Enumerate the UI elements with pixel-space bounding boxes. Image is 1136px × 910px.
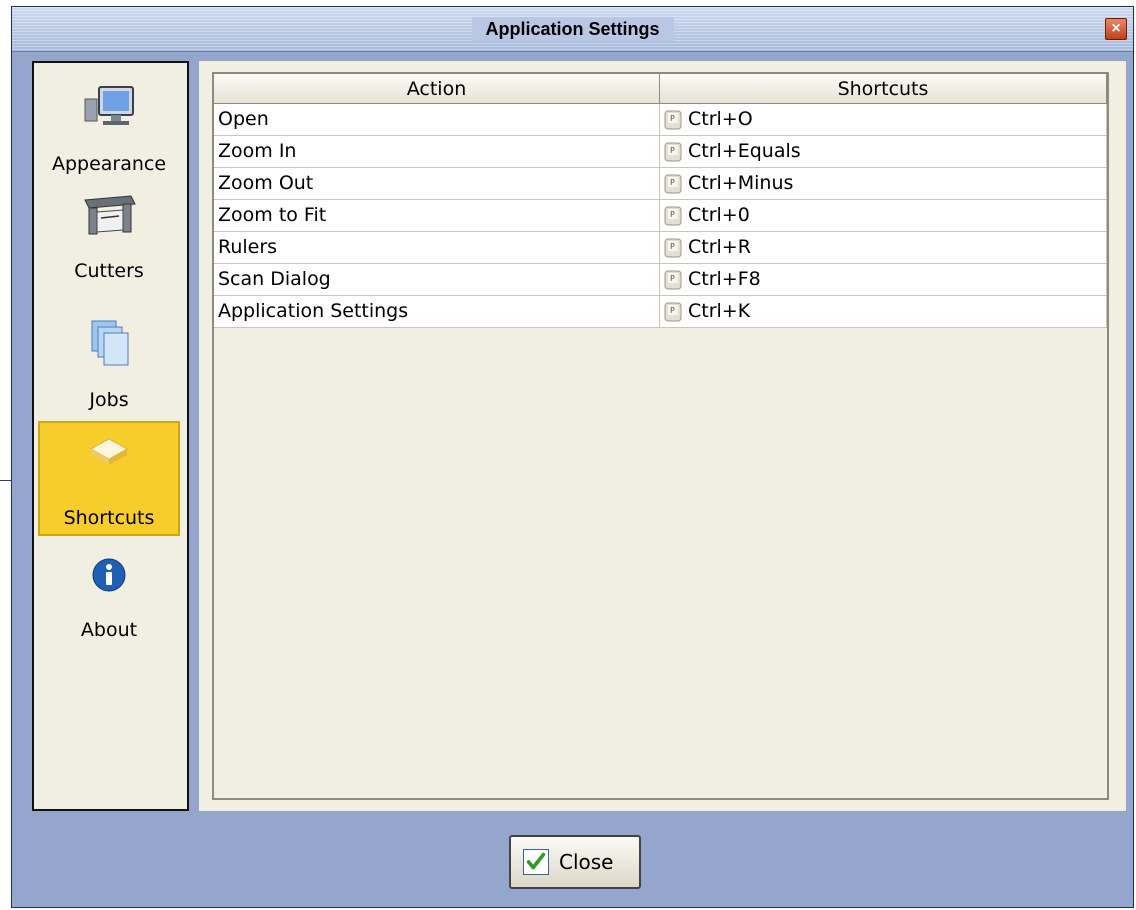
table-row[interactable]: Scan Dialog P Ctrl+F8 [214, 264, 1107, 296]
sidebar-item-jobs[interactable]: Jobs [38, 299, 180, 414]
table-row[interactable]: Zoom to Fit P Ctrl+0 [214, 200, 1107, 232]
column-header-action[interactable]: Action [214, 74, 660, 104]
shortcut-text: Ctrl+O [688, 108, 753, 130]
shortcut-cell[interactable]: P Ctrl+0 [660, 200, 1107, 232]
key-icon: P [664, 206, 682, 225]
shortcut-cell[interactable]: P Ctrl+K [660, 296, 1107, 328]
shortcut-cell[interactable]: P Ctrl+R [660, 232, 1107, 264]
shortcuts-panel: Action Shortcuts Open P Ctrl+O Zoom In P C… [199, 61, 1126, 811]
action-cell: Zoom to Fit [214, 200, 660, 232]
shortcut-text: Ctrl+0 [688, 204, 750, 226]
column-header-shortcuts[interactable]: Shortcuts [660, 74, 1107, 104]
shortcut-text: Ctrl+Equals [688, 140, 801, 162]
sidebar-item-label: About [80, 619, 138, 641]
title-bar[interactable]: Application Settings × [12, 7, 1133, 52]
key-icon: P [664, 270, 682, 289]
key-icon: P [664, 174, 682, 193]
close-icon[interactable]: × [1105, 18, 1127, 40]
action-cell: Zoom Out [214, 168, 660, 200]
sidebar-item-cutters[interactable]: Cutters [38, 180, 180, 295]
sidebar-item-label: Jobs [89, 389, 129, 411]
settings-dialog: Application Settings × Appearance Cutter… [11, 6, 1134, 908]
table-row[interactable]: Application Settings P Ctrl+K [214, 296, 1107, 328]
documents-icon [91, 320, 129, 366]
sidebar-item-appearance[interactable]: Appearance [38, 65, 180, 180]
shortcut-cell[interactable]: P Ctrl+Minus [660, 168, 1107, 200]
action-cell: Rulers [214, 232, 660, 264]
shortcut-cell[interactable]: P Ctrl+O [660, 104, 1107, 136]
shortcut-text: Ctrl+Minus [688, 172, 794, 194]
table-row[interactable]: Rulers P Ctrl+R [214, 232, 1107, 264]
svg-text:P: P [670, 274, 675, 283]
table-header: Action Shortcuts [214, 74, 1107, 104]
svg-text:P: P [670, 306, 675, 315]
action-cell: Zoom In [214, 136, 660, 168]
svg-text:P: P [670, 242, 675, 251]
shortcuts-table: Action Shortcuts Open P Ctrl+O Zoom In P C… [212, 72, 1109, 800]
close-button[interactable]: Close [509, 835, 641, 889]
settings-sidebar: Appearance Cutters Jobs Shortcuts About [32, 61, 189, 811]
table-row[interactable]: Zoom Out P Ctrl+Minus [214, 168, 1107, 200]
sidebar-item-label: Shortcuts [63, 507, 155, 529]
key-icon: P [664, 142, 682, 161]
sidebar-item-label: Cutters [74, 260, 144, 282]
checkmark-icon [523, 849, 549, 875]
action-cell: Scan Dialog [214, 264, 660, 296]
sidebar-item-about[interactable]: About [38, 541, 180, 656]
action-cell: Application Settings [214, 296, 660, 328]
shortcut-text: Ctrl+R [688, 236, 751, 258]
sidebar-item-shortcuts[interactable]: Shortcuts [38, 421, 180, 536]
shortcut-cell[interactable]: P Ctrl+Equals [660, 136, 1107, 168]
close-button-label: Close [559, 850, 614, 874]
shortcut-text: Ctrl+F8 [688, 268, 761, 290]
svg-text:P: P [670, 146, 675, 155]
svg-text:P: P [670, 178, 675, 187]
info-icon [92, 558, 126, 592]
key-icon: P [664, 238, 682, 257]
shortcut-cell[interactable]: P Ctrl+F8 [660, 264, 1107, 296]
key-icon: P [664, 302, 682, 321]
keyboard-key-icon [89, 438, 129, 465]
key-icon: P [664, 110, 682, 129]
table-row[interactable]: Zoom In P Ctrl+Equals [214, 136, 1107, 168]
svg-text:P: P [670, 210, 675, 219]
svg-text:P: P [670, 114, 675, 123]
window-title: Application Settings [471, 17, 674, 41]
action-cell: Open [214, 104, 660, 136]
sidebar-item-label: Appearance [51, 153, 167, 175]
monitor-icon [84, 86, 134, 125]
table-row[interactable]: Open P Ctrl+O [214, 104, 1107, 136]
cutter-icon [84, 195, 136, 235]
shortcut-text: Ctrl+K [688, 300, 751, 322]
